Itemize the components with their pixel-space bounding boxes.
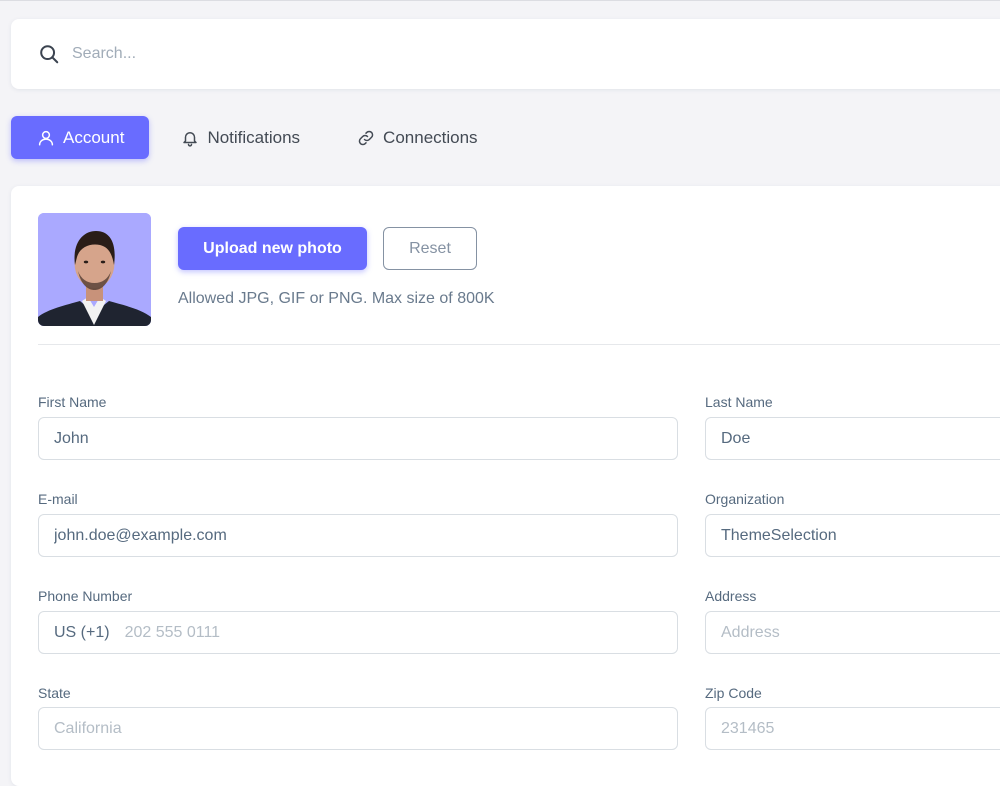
- organization-input[interactable]: [721, 526, 1000, 545]
- address-field[interactable]: [705, 611, 1000, 654]
- state-field[interactable]: [38, 707, 678, 750]
- address-label: Address: [705, 588, 757, 604]
- user-icon: [37, 129, 55, 147]
- tab-notifications-label: Notifications: [207, 127, 301, 147]
- phone-label: Phone Number: [38, 588, 133, 604]
- phone-input[interactable]: [124, 623, 677, 642]
- state-input[interactable]: [54, 719, 677, 738]
- search-icon[interactable]: [38, 43, 60, 65]
- bell-icon: [181, 129, 199, 147]
- address-input[interactable]: [721, 623, 1000, 642]
- avatar: [38, 213, 151, 326]
- top-border: [0, 0, 1000, 1]
- first-name-input[interactable]: [54, 429, 677, 448]
- upload-hint: Allowed JPG, GIF or PNG. Max size of 800…: [178, 290, 495, 307]
- phone-field[interactable]: US (+1): [38, 611, 678, 654]
- tab-connections[interactable]: Connections: [331, 116, 503, 159]
- organization-label: Organization: [705, 491, 785, 507]
- last-name-label: Last Name: [705, 394, 773, 410]
- divider: [38, 344, 1000, 345]
- account-details-card: Upload new photo Reset Allowed JPG, GIF …: [11, 186, 1000, 786]
- search-bar: [11, 19, 1000, 89]
- last-name-field[interactable]: [705, 417, 1000, 460]
- tab-account[interactable]: Account: [11, 116, 150, 159]
- organization-field[interactable]: [705, 514, 1000, 557]
- email-field[interactable]: [38, 514, 678, 557]
- email-input[interactable]: [54, 526, 677, 545]
- phone-country-code: US (+1): [54, 623, 110, 641]
- email-label: E-mail: [38, 491, 78, 507]
- zip-field[interactable]: [705, 707, 1000, 750]
- reset-button[interactable]: Reset: [383, 227, 477, 270]
- first-name-label: First Name: [38, 394, 107, 410]
- link-icon: [357, 129, 375, 147]
- account-tabs: Account Notifications Connections: [11, 116, 503, 159]
- zip-input[interactable]: [721, 719, 1000, 738]
- first-name-field[interactable]: [38, 417, 678, 460]
- tab-connections-label: Connections: [383, 127, 478, 147]
- tab-account-label: Account: [63, 127, 125, 147]
- zip-label: Zip Code: [705, 685, 762, 701]
- state-label: State: [38, 685, 71, 701]
- last-name-input[interactable]: [721, 429, 1000, 448]
- search-input[interactable]: [72, 45, 672, 63]
- upload-photo-button[interactable]: Upload new photo: [178, 227, 367, 270]
- tab-notifications[interactable]: Notifications: [155, 116, 325, 159]
